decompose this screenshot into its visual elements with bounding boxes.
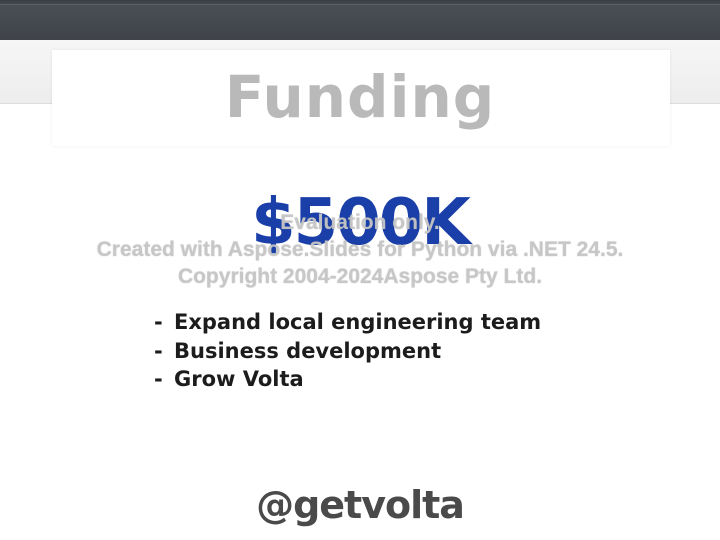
bullet-text: Expand local engineering team <box>174 310 542 334</box>
watermark-line-1: Evaluation only. <box>280 211 440 234</box>
bullet-text: Grow Volta <box>174 367 304 391</box>
list-item: - Grow Volta <box>154 365 541 394</box>
bullet-dash: - <box>154 367 163 391</box>
list-item: - Expand local engineering team <box>154 308 541 337</box>
bullet-dash: - <box>154 338 163 363</box>
twitter-handle: @getvolta <box>256 483 465 527</box>
list-item: - Business development <box>154 337 541 366</box>
top-bar <box>0 0 720 40</box>
bullet-dash: - <box>154 310 163 334</box>
evaluation-watermark: Evaluation only. Created with Aspose.Sli… <box>0 209 720 290</box>
watermark-line-3: Copyright 2004-2024Aspose Pty Ltd. <box>177 265 543 288</box>
bullet-text: Business development <box>174 338 442 363</box>
watermark-line-2: Created with Aspose.Slides for Python vi… <box>96 238 624 261</box>
funding-use-list: - Expand local engineering team - Business… <box>154 308 541 394</box>
slide-title: Funding <box>224 63 496 131</box>
